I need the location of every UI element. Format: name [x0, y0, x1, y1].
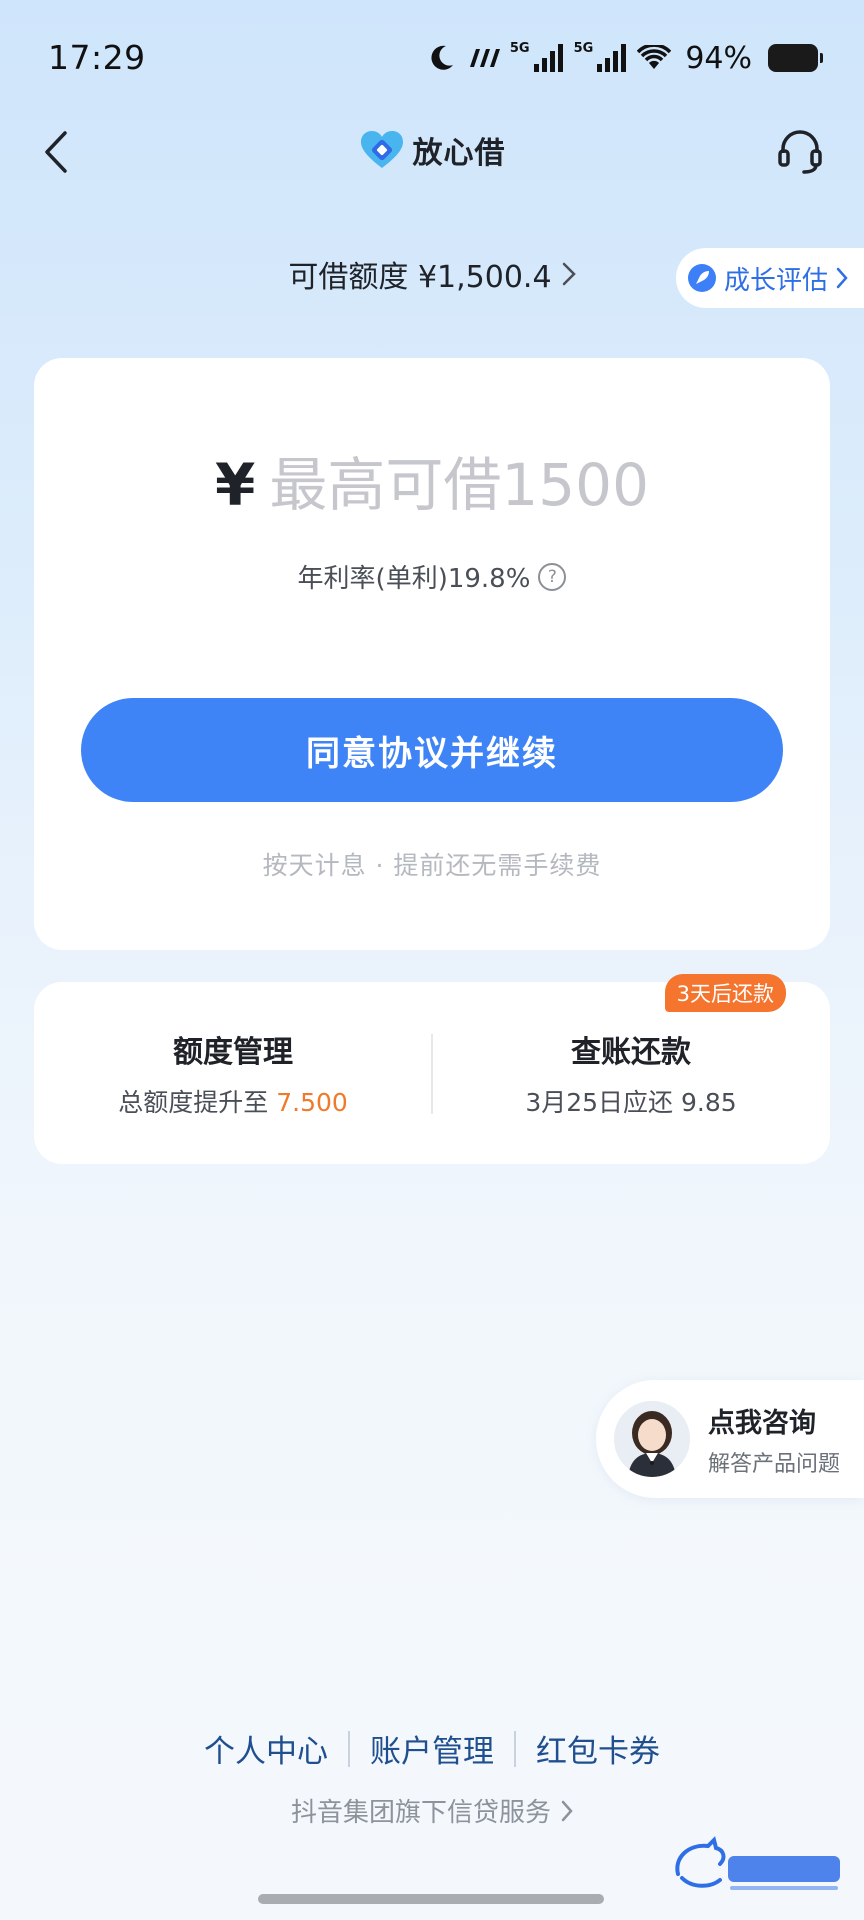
brand-logo-icon	[360, 131, 403, 168]
chevron-right-icon	[562, 262, 576, 286]
agree-continue-button[interactable]: 同意协议并继续	[81, 698, 783, 802]
bill-repayment-title: 查账还款	[571, 1035, 691, 1070]
network-type-label: 5G	[573, 40, 594, 56]
signal-icon	[597, 44, 627, 72]
growth-assessment-label: 成长评估	[724, 265, 829, 296]
credit-increase-label: 总额度提升至	[118, 1088, 269, 1117]
credit-increase-value: 7.500	[276, 1088, 348, 1117]
service-provider-text: 抖音集团旗下信贷服务	[290, 1798, 551, 1828]
due-badge: 3天后还款	[664, 974, 786, 1012]
account-summary-card: 额度管理 总额度提升至 7.500 查账还款 3月25日应还 9.85 3天后还款	[34, 974, 830, 1164]
rocket-icon	[688, 264, 716, 292]
battery-icon	[768, 44, 823, 72]
moon-icon	[428, 43, 456, 73]
chevron-right-icon	[836, 267, 848, 289]
interest-rate-text: 年利率(单利)19.8%	[297, 564, 531, 594]
consult-title: 点我咨询	[708, 1407, 816, 1439]
consult-subtitle: 解答产品问题	[708, 1451, 841, 1477]
loan-card: ¥ 最高可借1500 年利率(单利)19.8% ? 同意协议并继续 按天计息 ·…	[34, 358, 830, 950]
status-time: 17:29	[48, 38, 146, 77]
repayment-due-text: 3月25日应还 9.85	[525, 1088, 737, 1117]
growth-assessment-button[interactable]: 成长评估	[676, 248, 864, 308]
currency-symbol: ¥	[215, 451, 256, 519]
network-type-label: 5G	[509, 40, 530, 56]
credit-management-title: 额度管理	[173, 1035, 293, 1070]
brand: 放心借	[0, 128, 864, 172]
interest-tip: 按天计息 · 提前还无需手续费	[262, 851, 602, 880]
brand-name: 放心借	[412, 136, 506, 171]
customer-service-button[interactable]	[774, 126, 826, 178]
chevron-right-icon	[561, 1800, 573, 1821]
footer-link-account-management[interactable]: 账户管理	[350, 1726, 514, 1771]
header: 放心借	[0, 112, 864, 192]
consult-button[interactable]: 点我咨询 解答产品问题	[596, 1380, 864, 1498]
carrier-icon	[466, 47, 500, 69]
service-provider-link[interactable]: 抖音集团旗下信贷服务	[0, 1792, 864, 1829]
agent-avatar	[614, 1401, 690, 1477]
available-credit-label: 可借额度 ¥1,500.4	[288, 260, 552, 295]
wifi-icon	[637, 45, 672, 71]
home-indicator[interactable]	[258, 1894, 604, 1904]
status-bar: 17:29 5G 5G 94%	[0, 0, 864, 112]
consult-text: 点我咨询 解答产品问题	[708, 1401, 840, 1478]
interest-rate-row: 年利率(单利)19.8% ?	[34, 558, 830, 595]
loan-amount-placeholder: 最高可借1500	[269, 451, 649, 519]
headset-icon	[778, 130, 822, 174]
footer-link-coupons[interactable]: 红包卡券	[516, 1726, 680, 1771]
battery-percent: 94%	[685, 40, 752, 76]
signal-icon	[533, 44, 564, 72]
status-icons: 5G 5G 94%	[428, 38, 823, 78]
help-icon[interactable]: ?	[538, 562, 567, 591]
watermark-logo	[675, 1836, 840, 1890]
credit-management-subtitle: 总额度提升至 7.500	[118, 1083, 348, 1119]
footer-links: 个人中心 账户管理 红包卡券	[0, 1726, 864, 1771]
footer-link-personal-center[interactable]: 个人中心	[184, 1726, 348, 1771]
credit-management[interactable]: 额度管理 总额度提升至 7.500	[34, 982, 432, 1164]
loan-amount-input[interactable]: ¥ 最高可借1500	[34, 438, 830, 522]
